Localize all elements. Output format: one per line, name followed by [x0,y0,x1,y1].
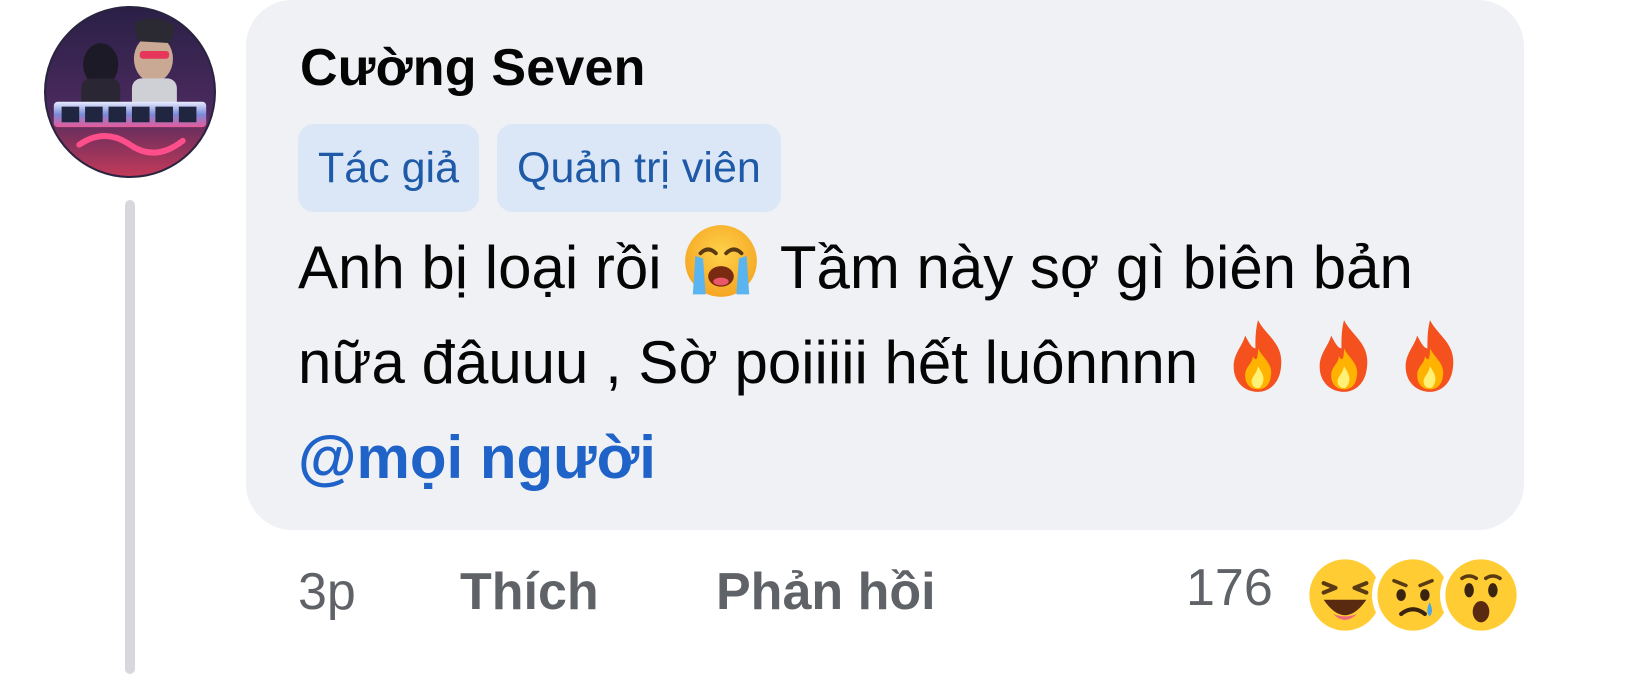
thread-line [125,200,135,674]
comment-thread: Cường Seven Tác giả Quản trị viên Anh bị… [0,0,1642,674]
reaction-summary[interactable] [1304,554,1522,636]
like-button[interactable]: Thích [460,562,599,622]
crying-face-icon [680,220,762,302]
fire-icon [1303,315,1385,397]
comment-text-part1: Anh bị loại rồi [298,234,662,301]
badge-author: Tác giả [298,124,480,212]
comment-timestamp[interactable]: 3p [298,562,356,622]
comment-text: Anh bị loại rồi Tầm này sợ gì biên bản n… [298,220,1488,505]
avatar[interactable] [44,6,216,178]
fire-icon [1389,315,1471,397]
mention-everyone[interactable]: @mọi người [298,424,656,491]
reaction-count[interactable]: 176 [1186,558,1273,618]
comment-footer: 3p Thích Phản hồi 176 [298,554,1528,638]
fire-icon [1217,315,1299,397]
author-badges: Tác giả Quản trị viên [298,124,781,212]
wow-icon [1440,554,1522,636]
badge-admin: Quản trị viên [497,124,781,212]
comment-author[interactable]: Cường Seven [300,38,646,98]
avatar-image [46,8,214,176]
reply-button[interactable]: Phản hồi [716,562,936,622]
